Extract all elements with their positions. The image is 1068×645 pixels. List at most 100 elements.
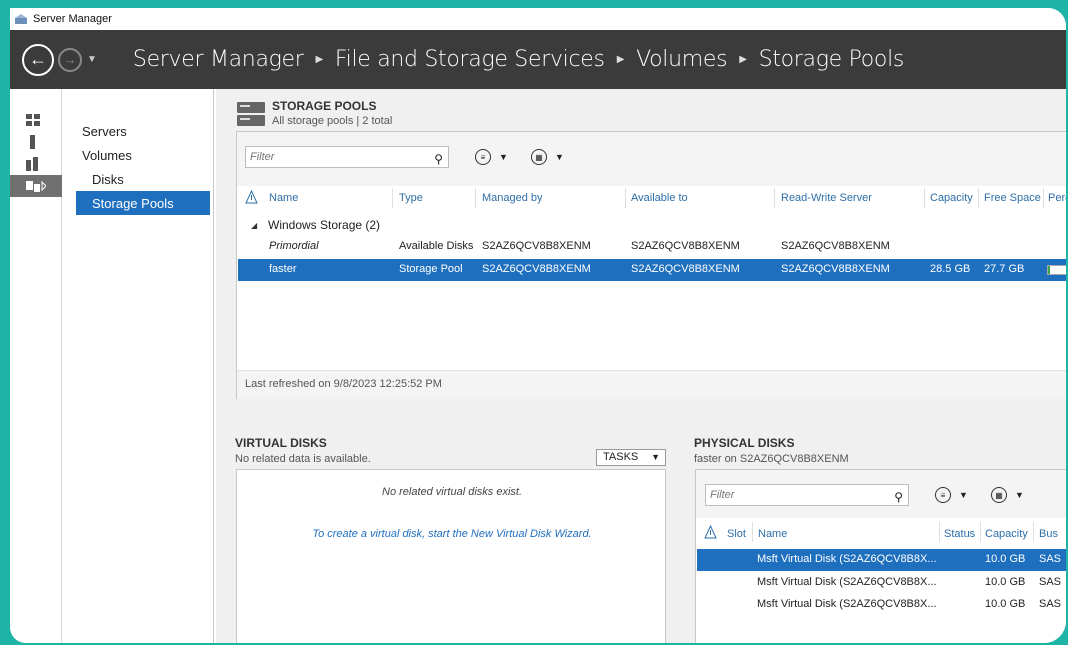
storage-pools-filter-bar: Filter ⚲ ≡ ▼ ▦ ▼ [237, 132, 1066, 186]
breadcrumb-server-manager[interactable]: Server Manager [133, 47, 304, 72]
nav-item-volumes[interactable]: Volumes [62, 143, 213, 167]
storage-pools-tile: Filter ⚲ ≡ ▼ ▦ ▼ Name Type Managed by Av… [236, 131, 1066, 399]
row-type: Storage Pool [399, 263, 463, 275]
warning-column-icon[interactable] [245, 190, 258, 204]
column-divider [774, 188, 775, 208]
disk-bus: SAS [1039, 598, 1062, 610]
history-dropdown-icon[interactable]: ▼ [87, 54, 97, 65]
save-query-dropdown-icon[interactable]: ▼ [555, 152, 564, 162]
physical-disks-tile: Filter ⚲ ≡ ▼ ▦ ▼ Slot Name Status Capaci… [695, 469, 1066, 643]
nav-item-storage-pools[interactable]: Storage Pools [76, 191, 210, 215]
table-row[interactable]: Msft Virtual Disk (S2AZ6QCV8B8X... 10.0 … [696, 572, 1066, 594]
breadcrumb: Server Manager ▶ File and Storage Servic… [133, 47, 904, 72]
group-collapse-icon[interactable]: ◢ [251, 221, 257, 230]
rail-local-server[interactable] [10, 131, 62, 153]
back-arrow-icon[interactable]: ← [22, 43, 54, 76]
column-divider [1033, 522, 1034, 542]
all-servers-icon [26, 157, 38, 171]
server-manager-window: Server Manager ← → ▼ Server Manager ▶ Fi… [10, 8, 1066, 643]
table-row[interactable]: Msft Virtual Disk (S2AZ6QCV8B8X... 10.0 … [697, 549, 1066, 571]
save-query-dropdown-icon[interactable]: ▼ [1015, 490, 1024, 500]
row-type: Available Disks [399, 240, 474, 252]
row-managed-by: S2AZ6QCV8B8XENM [482, 240, 591, 252]
table-row[interactable]: faster Storage Pool S2AZ6QCV8B8XENM S2AZ… [238, 259, 1066, 281]
row-rw-server: S2AZ6QCV8B8XENM [781, 263, 890, 275]
disk-capacity: 10.0 GB [985, 553, 1026, 565]
physical-disks-title: PHYSICAL DISKS [694, 436, 795, 450]
rail-all-servers[interactable] [10, 153, 62, 175]
search-icon[interactable]: ⚲ [894, 487, 903, 507]
virtual-disks-tile: No related virtual disks exist. To creat… [236, 469, 666, 643]
filter-placeholder: Filter [250, 151, 275, 163]
breadcrumb-separator-icon: ▶ [315, 54, 324, 65]
tasks-dropdown-icon: ▼ [651, 452, 660, 462]
disk-bus: SAS [1039, 576, 1062, 588]
column-divider [475, 188, 476, 208]
window-title: Server Manager [33, 13, 112, 25]
storage-pools-title: STORAGE POOLS [272, 99, 377, 113]
column-divider [939, 522, 940, 542]
virtual-disks-empty-message: No related virtual disks exist. [382, 486, 522, 498]
group-label[interactable]: Windows Storage (2) [268, 218, 380, 232]
rail-file-storage[interactable] [10, 175, 62, 197]
row-available-to: S2AZ6QCV8B8XENM [631, 240, 740, 252]
column-header-capacity[interactable]: Capacity [985, 528, 1028, 540]
percent-allocated-fill [1048, 266, 1050, 274]
forward-arrow-icon[interactable]: → [58, 47, 82, 72]
column-header-managed-by[interactable]: Managed by [482, 192, 543, 204]
disk-capacity: 10.0 GB [985, 598, 1026, 610]
row-capacity: 28.5 GB [930, 263, 971, 275]
list-options-dropdown-icon[interactable]: ▼ [959, 490, 968, 500]
dashboard-icon [26, 114, 40, 126]
breadcrumb-volumes[interactable]: Volumes [636, 47, 727, 72]
column-header-name[interactable]: Name [758, 528, 787, 540]
column-divider [1043, 188, 1044, 208]
main-content: STORAGE POOLS All storage pools | 2 tota… [216, 89, 1066, 643]
column-header-slot[interactable]: Slot [727, 528, 746, 540]
list-options-icon[interactable]: ≡ [475, 149, 491, 165]
storage-pools-subtitle: All storage pools | 2 total [272, 115, 393, 127]
breadcrumb-storage-pools[interactable]: Storage Pools [759, 47, 905, 72]
server-manager-app-icon [14, 13, 28, 25]
nav-item-servers[interactable]: Servers [62, 119, 213, 143]
virtual-disks-tasks-button[interactable]: TASKS ▼ [596, 449, 666, 466]
virtual-disks-subtitle: No related data is available. [235, 453, 371, 465]
column-divider [924, 188, 925, 208]
table-row[interactable]: Primordial Available Disks S2AZ6QCV8B8XE… [237, 236, 1066, 258]
column-header-capacity[interactable]: Capacity [930, 192, 973, 204]
row-rw-server: S2AZ6QCV8B8XENM [781, 240, 890, 252]
local-server-icon [30, 135, 35, 149]
save-query-icon[interactable]: ▦ [991, 487, 1007, 503]
column-header-free-space[interactable]: Free Space [984, 192, 1041, 204]
breadcrumb-separator-icon: ▶ [739, 54, 747, 65]
rail-dashboard[interactable] [10, 109, 62, 131]
warning-column-icon[interactable] [704, 525, 717, 539]
physical-disks-filter-bar: Filter ⚲ ≡ ▼ ▦ ▼ [696, 470, 1066, 518]
icon-rail [10, 89, 62, 643]
column-divider [392, 188, 393, 208]
column-header-available-to[interactable]: Available to [631, 192, 688, 204]
save-query-icon[interactable]: ▦ [531, 149, 547, 165]
column-header-type[interactable]: Type [399, 192, 423, 204]
storage-pools-filter-input[interactable]: Filter ⚲ [245, 146, 449, 168]
list-options-icon[interactable]: ≡ [935, 487, 951, 503]
disk-name: Msft Virtual Disk (S2AZ6QCV8B8X... [757, 598, 937, 610]
search-icon[interactable]: ⚲ [434, 149, 443, 169]
column-header-name[interactable]: Name [269, 192, 298, 204]
physical-disks-filter-input[interactable]: Filter ⚲ [705, 484, 909, 506]
nav-item-disks[interactable]: Disks [62, 167, 213, 191]
breadcrumb-file-storage[interactable]: File and Storage Services [335, 47, 605, 72]
row-name: Primordial [269, 240, 319, 252]
column-header-read-write-server[interactable]: Read-Write Server [781, 192, 872, 204]
breadcrumb-separator-icon: ▶ [616, 54, 625, 65]
column-header-bus[interactable]: Bus [1039, 528, 1058, 540]
list-options-dropdown-icon[interactable]: ▼ [499, 152, 508, 162]
last-refreshed: Last refreshed on 9/8/2023 12:25:52 PM [245, 378, 442, 390]
column-divider [980, 522, 981, 542]
new-virtual-disk-wizard-link[interactable]: To create a virtual disk, start the New … [237, 528, 667, 540]
disk-name: Msft Virtual Disk (S2AZ6QCV8B8X... [757, 553, 937, 565]
table-row[interactable]: Msft Virtual Disk (S2AZ6QCV8B8X... 10.0 … [696, 594, 1066, 616]
tasks-label: TASKS [603, 451, 639, 463]
column-header-status[interactable]: Status [944, 528, 975, 540]
column-header-percent[interactable]: Perc [1048, 192, 1066, 204]
